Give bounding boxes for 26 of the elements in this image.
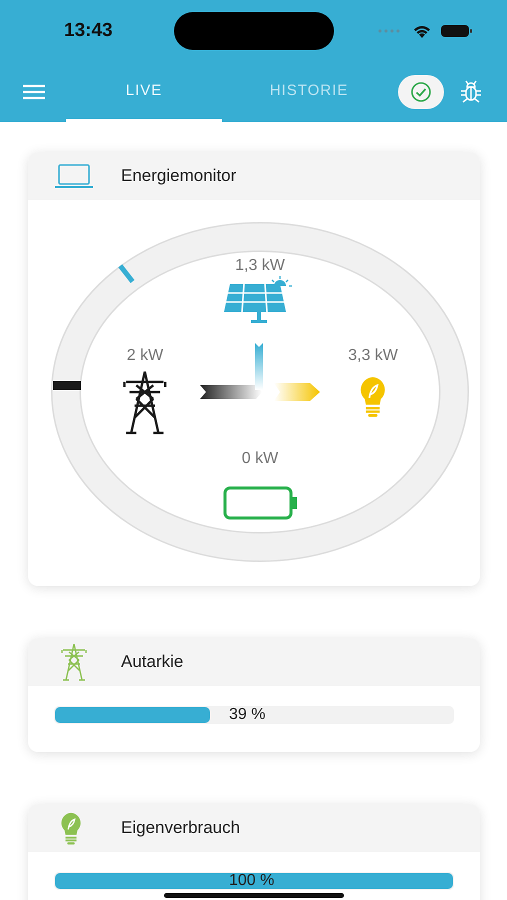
status-time: 13:43 [64, 20, 114, 42]
tab[interactable]: LIVE [66, 62, 222, 122]
battery-icon [224, 486, 297, 520]
solar-panel-icon [224, 276, 292, 323]
check-circle-icon [410, 81, 432, 103]
bug-icon[interactable] [460, 80, 482, 104]
flow-arrow [274, 383, 320, 401]
light-bulb-icon [360, 377, 385, 417]
status-ok-button[interactable] [398, 75, 444, 109]
power-tower-icon [123, 370, 166, 434]
menu-icon[interactable] [22, 84, 46, 100]
battery-icon [440, 24, 473, 38]
ring-marker [53, 381, 81, 390]
wifi-icon [412, 24, 432, 38]
power-reading: 0 kW [242, 450, 278, 467]
power-reading: 1,3 kW [235, 257, 285, 274]
tab[interactable]: HISTORIE [240, 62, 378, 122]
laptop-icon [54, 163, 94, 189]
power-tower-icon [60, 643, 88, 681]
card-title: Energiemonitor [121, 166, 236, 186]
card-title: Eigenverbrauch [121, 818, 240, 838]
percent-label: 100 % [229, 872, 274, 890]
percent-label: 39 % [229, 706, 266, 724]
power-reading: 3,3 kW [348, 347, 398, 364]
power-reading: 2 kW [126, 347, 164, 364]
card-title: Autarkie [121, 652, 184, 672]
